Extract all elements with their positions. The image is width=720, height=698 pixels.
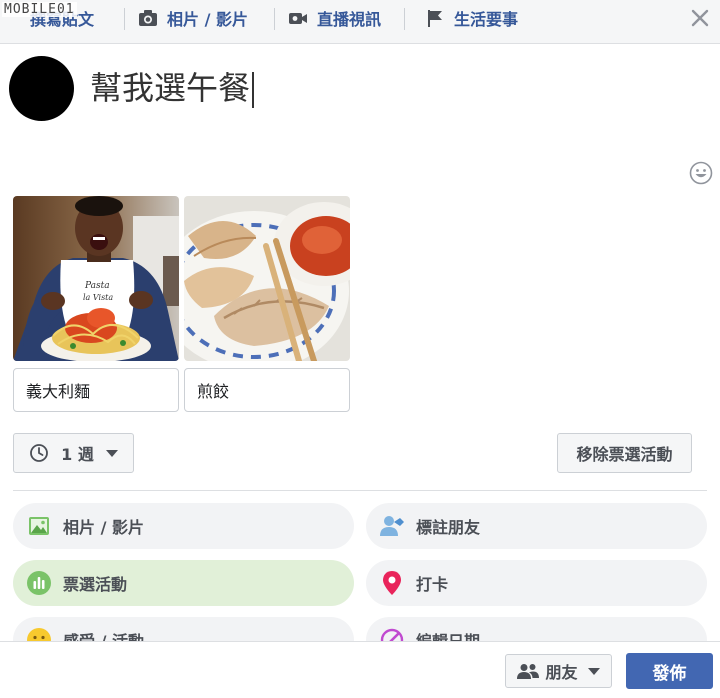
action-tag-friends[interactable]: 標註朋友	[366, 503, 707, 549]
action-poll[interactable]: 票選活動	[13, 560, 354, 606]
action-poll-label: 票選活動	[63, 575, 128, 594]
tab-separator	[274, 8, 275, 30]
poll-duration-dropdown[interactable]: 1 週	[13, 433, 134, 473]
remove-poll-button[interactable]: 移除票選活動	[557, 433, 692, 473]
clock-icon	[30, 444, 49, 462]
svg-text:Pasta: Pasta	[84, 281, 110, 291]
emoji-icon[interactable]	[689, 161, 713, 185]
poll-option-image-spaghetti[interactable]: Pasta la Vista	[13, 196, 179, 361]
avatar	[9, 56, 74, 121]
action-check-in[interactable]: 打卡	[366, 560, 707, 606]
divider	[13, 490, 707, 491]
tag-friends-icon	[380, 514, 404, 538]
action-tag-friends-label: 標註朋友	[416, 518, 481, 537]
watermark: MOBILE01	[2, 2, 77, 17]
tab-life-event[interactable]: 生活要事	[425, 0, 518, 36]
composer-footer	[0, 641, 720, 698]
post-button[interactable]: 發佈	[626, 653, 713, 689]
tab-separator	[124, 8, 125, 30]
video-camera-icon	[289, 13, 307, 24]
poll-icon	[27, 571, 51, 595]
flag-icon	[428, 10, 442, 27]
audience-selector[interactable]: 朋友	[505, 654, 612, 688]
camera-icon	[139, 10, 157, 26]
chevron-down-icon	[105, 449, 118, 457]
tab-separator	[404, 8, 405, 30]
friends-icon	[517, 664, 540, 679]
action-check-in-label: 打卡	[416, 575, 449, 594]
dumplings-photo	[184, 196, 350, 361]
compose-text: 幫我選午餐	[90, 69, 251, 107]
spaghetti-photo: Pasta la Vista	[13, 196, 179, 361]
chevron-down-icon	[587, 667, 600, 675]
action-photo-video[interactable]: 相片 / 影片	[13, 503, 354, 549]
audience-label: 朋友	[545, 663, 578, 682]
poll-option-image-dumplings[interactable]	[184, 196, 350, 361]
action-photo-video-label: 相片 / 影片	[63, 518, 144, 537]
text-caret	[252, 72, 255, 108]
tab-live-video[interactable]: 直播視訊	[288, 0, 381, 36]
poll-option-input-1[interactable]	[13, 368, 179, 412]
svg-text:la Vista: la Vista	[83, 293, 113, 302]
tab-photo-video-label: 相片 / 影片	[167, 10, 248, 29]
poll-option-input-2[interactable]	[184, 368, 350, 412]
poll-duration-value: 1 週	[61, 445, 94, 464]
tab-photo-video[interactable]: 相片 / 影片	[138, 0, 248, 36]
tab-life-event-label: 生活要事	[454, 10, 519, 29]
photo-icon	[27, 514, 51, 538]
tab-live-video-label: 直播視訊	[317, 10, 382, 29]
compose-textarea[interactable]: 幫我選午餐	[90, 66, 255, 110]
location-pin-icon	[380, 571, 404, 595]
close-icon[interactable]	[690, 8, 710, 28]
